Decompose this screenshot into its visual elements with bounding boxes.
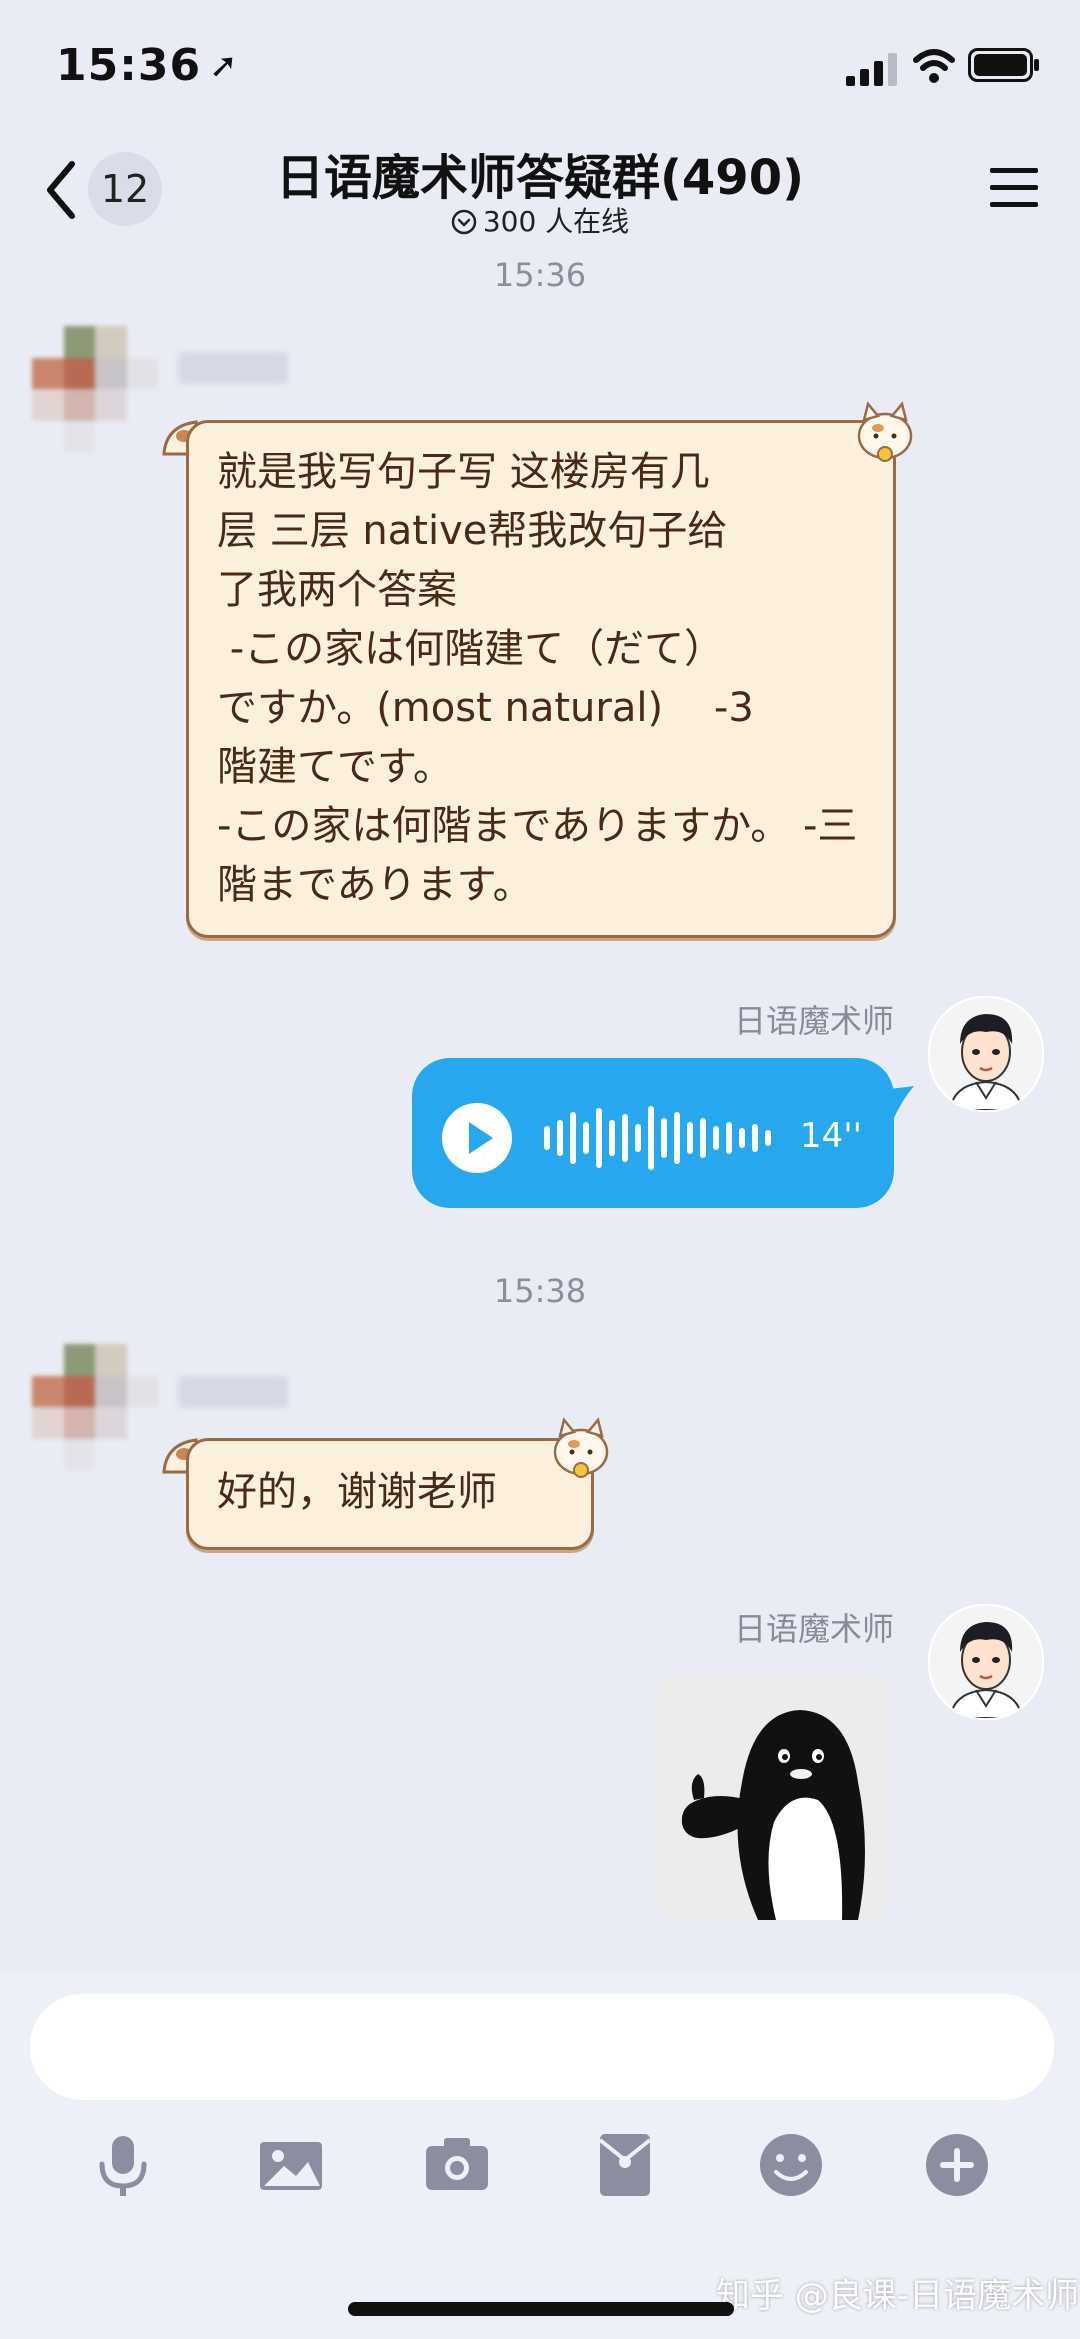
image-icon[interactable]: [256, 2130, 326, 2200]
avatar-blurred[interactable]: [32, 1344, 158, 1470]
teacher-avatar[interactable]: [928, 1604, 1044, 1720]
timestamp: 15:38: [493, 1272, 587, 1310]
sender-name: 日语魔术师: [733, 1610, 894, 1648]
status-time: 15:36 ➚: [56, 40, 239, 91]
emoji-icon[interactable]: [756, 2130, 826, 2200]
wifi-icon: [913, 49, 955, 83]
lucky-cat-decoration: [857, 401, 913, 462]
message-bubble[interactable]: 就是我写句子写 这楼房有几 层 三层 native帮我改句子给 了我两个答案 -…: [186, 420, 896, 938]
sender-name: 日语魔术师: [733, 1002, 894, 1040]
message-text: 好的，谢谢老师: [217, 1469, 497, 1515]
online-status-icon: [451, 209, 477, 235]
penguin-sticker-image: [658, 1672, 890, 1920]
menu-icon[interactable]: [988, 164, 1040, 212]
message-bubble[interactable]: 好的，谢谢老师: [186, 1438, 594, 1550]
back-chevron-icon[interactable]: [40, 158, 80, 222]
penguin-sticker[interactable]: [658, 1672, 890, 1920]
red-packet-icon[interactable]: [590, 2130, 660, 2200]
unread-badge[interactable]: 12: [88, 152, 162, 226]
message-input[interactable]: [30, 1994, 1054, 2100]
online-count: 300 人在线: [482, 205, 630, 238]
watermark: 知乎 @良课-日语魔术师: [716, 2276, 1080, 2316]
avatar-blurred[interactable]: [32, 326, 158, 452]
teacher-avatar-illustration: [930, 1606, 1042, 1718]
message-text: 就是我写句子写 这楼房有几 层 三层 native帮我改句子给 了我两个答案 -…: [217, 449, 858, 908]
teacher-avatar[interactable]: [928, 996, 1044, 1112]
sender-name-blurred: [178, 352, 288, 384]
play-icon: [469, 1122, 493, 1154]
teacher-avatar-illustration: [930, 998, 1042, 1110]
battery-icon: [968, 48, 1039, 82]
sender-name-blurred: [178, 1376, 288, 1408]
plus-icon[interactable]: [922, 2130, 992, 2200]
voice-duration: 14'': [800, 1116, 862, 1156]
signal-icon: [846, 53, 897, 86]
timestamp: 15:36: [493, 256, 587, 294]
location-arrow-icon: ➚: [209, 46, 239, 86]
bubble-tail: [880, 1086, 914, 1122]
online-status: 300 人在线: [380, 200, 700, 240]
play-button[interactable]: [442, 1103, 512, 1173]
camera-icon[interactable]: [422, 2130, 492, 2200]
home-indicator[interactable]: [348, 2302, 734, 2316]
waveform-icon: [544, 1106, 771, 1170]
lucky-cat-decoration: [553, 1417, 609, 1478]
group-title[interactable]: 日语魔术师答疑群(490): [230, 138, 850, 208]
microphone-icon[interactable]: [88, 2130, 158, 2200]
